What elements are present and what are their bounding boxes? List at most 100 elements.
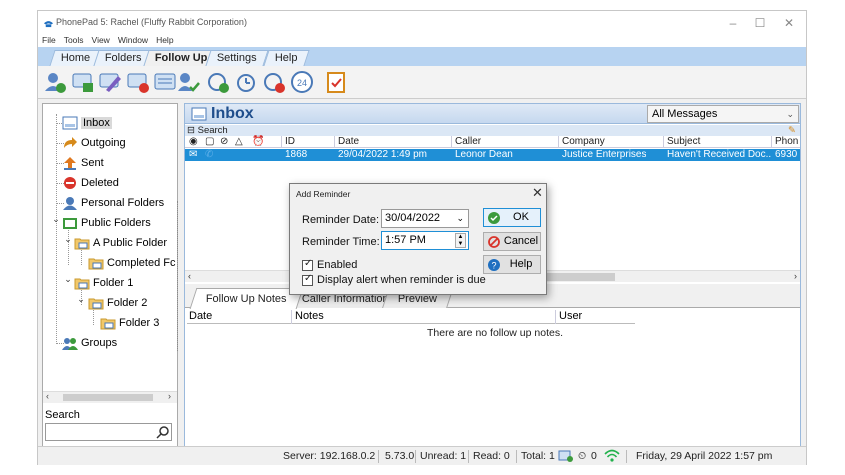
title-bar: PhonePad 5: Rachel (Fluffy Rabbit Corpor… — [38, 11, 806, 35]
column-caller[interactable]: Caller — [455, 136, 481, 148]
chevron-down-icon[interactable]: ⌄ — [63, 274, 73, 285]
close-button[interactable]: ✕ — [774, 15, 804, 31]
tree-item-outgoing[interactable]: Outgoing — [62, 134, 126, 152]
scroll-left-icon[interactable]: ‹ — [188, 271, 191, 281]
pencil-icon[interactable]: ✎ — [788, 125, 796, 136]
notes-column-user[interactable]: User — [559, 310, 582, 322]
column-company[interactable]: Company — [562, 136, 605, 148]
add-reminder-icon[interactable] — [206, 70, 230, 94]
notes-column-date[interactable]: Date — [189, 310, 212, 322]
tab-follow-up-notes[interactable]: Follow Up Notes — [189, 288, 304, 309]
reminder-time-label: Reminder Time: — [302, 236, 380, 248]
reminder-alert-icon[interactable] — [262, 70, 286, 94]
reminder-date-picker[interactable]: 30/04/2022 ⌄ — [381, 209, 469, 228]
tree-item-folder-2[interactable]: Folder 2 — [88, 294, 147, 312]
version-status: 5.73.0 — [385, 450, 415, 462]
notes-column-notes[interactable]: Notes — [295, 310, 324, 322]
svg-text:?: ? — [491, 261, 496, 271]
phone-icon: ✆ — [205, 149, 214, 160]
tree-item-sent[interactable]: Sent — [62, 154, 104, 172]
menu-help[interactable]: Help — [156, 35, 173, 45]
cell-phone: 6930 — [775, 149, 798, 160]
tab-settings[interactable]: Settings — [205, 50, 269, 66]
outgoing-icon — [64, 137, 77, 149]
display-alert-label: Display alert when reminder is due — [317, 274, 486, 286]
window-title: PhonePad 5: Rachel (Fluffy Rabbit Corpor… — [56, 17, 247, 27]
menu-view[interactable]: View — [92, 35, 110, 45]
assign-icon[interactable] — [176, 70, 200, 94]
ribbon-toolbar: 24 — [38, 66, 806, 99]
ribbon-tab-bar: Home Folders Follow Up Settings Help — [38, 47, 806, 66]
reminder-count: 0 — [591, 450, 597, 462]
svg-text:24: 24 — [297, 78, 307, 88]
tree-item-a-public-folder[interactable]: A Public Folder — [74, 234, 167, 252]
tree-item-deleted[interactable]: Deleted — [62, 174, 119, 192]
column-subject[interactable]: Subject — [667, 136, 700, 148]
menu-bar: File Tools View Window Help — [38, 35, 806, 47]
message-list-header: ◉ ▢ ⊘ △ ⏰ ID Date Caller Company Subject… — [185, 136, 800, 148]
menu-window[interactable]: Window — [118, 35, 148, 45]
help-button[interactable]: ? Help — [483, 255, 541, 274]
menu-tools[interactable]: Tools — [64, 35, 84, 45]
column-date[interactable]: Date — [338, 136, 359, 148]
attachment-column-icon[interactable]: ▢ — [205, 136, 214, 148]
chevron-down-icon[interactable]: ⌄ — [51, 214, 61, 225]
chevron-down-icon[interactable]: ⌄ — [63, 234, 73, 245]
edit-followup2-icon[interactable] — [98, 70, 122, 94]
horizontal-scrollbar[interactable]: ‹ › — [43, 391, 177, 403]
search-bar-toggle[interactable]: ⊟ Search ✎ — [185, 125, 800, 136]
tree-item-folder-3[interactable]: Folder 3 — [100, 314, 159, 332]
menu-file[interactable]: File — [42, 35, 56, 45]
priority-column-icon[interactable]: △ — [235, 136, 243, 148]
delete-followup-icon[interactable] — [126, 70, 150, 94]
maximize-button[interactable]: ☐ — [745, 15, 775, 31]
tree-item-inbox[interactable]: Inbox — [62, 114, 112, 132]
tree-item-public-folders[interactable]: Public Folders — [62, 214, 151, 232]
search-icon[interactable] — [156, 425, 170, 439]
tree-item-completed-folder[interactable]: Completed Fc — [88, 254, 175, 272]
dialog-title: Add Reminder — [296, 189, 351, 199]
search-input[interactable] — [45, 423, 172, 441]
column-phone[interactable]: Phon — [775, 136, 798, 148]
scroll-right-icon[interactable]: › — [168, 391, 171, 401]
tab-help[interactable]: Help — [263, 50, 310, 66]
inbox-icon — [62, 116, 78, 130]
tree-item-folder-1[interactable]: Folder 1 — [74, 274, 133, 292]
column-id[interactable]: ID — [285, 136, 295, 148]
chevron-down-icon[interactable]: ⌄ — [76, 294, 86, 305]
check-icon — [488, 212, 500, 224]
unread-count: Unread: 1 — [420, 450, 467, 462]
reminder-clock-icon[interactable]: ⏲ — [578, 447, 586, 465]
read-status-column-icon[interactable]: ◉ — [189, 136, 198, 148]
search-label: Search — [45, 409, 80, 421]
chevron-down-icon: ⌄ — [456, 213, 464, 223]
ok-button[interactable]: OK — [483, 208, 541, 227]
panel-splitter[interactable] — [177, 201, 181, 351]
close-icon[interactable]: ✕ — [532, 185, 543, 201]
reminder-time-field[interactable]: 1:57 PM ▲ ▼ — [381, 231, 469, 250]
help-icon: ? — [488, 259, 500, 271]
reminder-date-label: Reminder Date: — [302, 214, 380, 226]
tree-item-personal-folders[interactable]: Personal Folders — [62, 194, 164, 212]
edit-followup-icon[interactable] — [71, 70, 95, 94]
message-filter-select[interactable]: All Messages ⌄ — [647, 105, 799, 123]
scroll-left-icon[interactable]: ‹ — [46, 391, 49, 401]
reminder-icon[interactable] — [234, 70, 258, 94]
table-row[interactable]: ✉ ✆ 1868 29/04/2022 1:49 pm Leonor Dean … — [185, 149, 800, 161]
reminder-column-icon[interactable]: ⏰ — [252, 136, 264, 148]
add-followup-icon[interactable] — [43, 70, 67, 94]
display-alert-checkbox[interactable] — [302, 273, 313, 286]
time-spinner[interactable]: ▲ ▼ — [455, 233, 466, 248]
followup-status-icon[interactable] — [558, 449, 574, 463]
scroll-right-icon[interactable]: › — [794, 271, 797, 281]
enabled-checkbox[interactable] — [302, 258, 313, 271]
minimize-button[interactable]: – — [718, 15, 748, 31]
checked-column-icon[interactable]: ⊘ — [220, 136, 228, 148]
deleted-icon — [64, 177, 76, 190]
checklist-icon[interactable] — [324, 70, 348, 94]
tree-item-groups[interactable]: Groups — [62, 334, 117, 352]
cancel-button[interactable]: Cancel — [483, 232, 541, 251]
24h-icon[interactable]: 24 — [290, 70, 314, 94]
cell-company: Justice Enterprises — [562, 149, 647, 160]
note-icon[interactable] — [153, 70, 177, 94]
